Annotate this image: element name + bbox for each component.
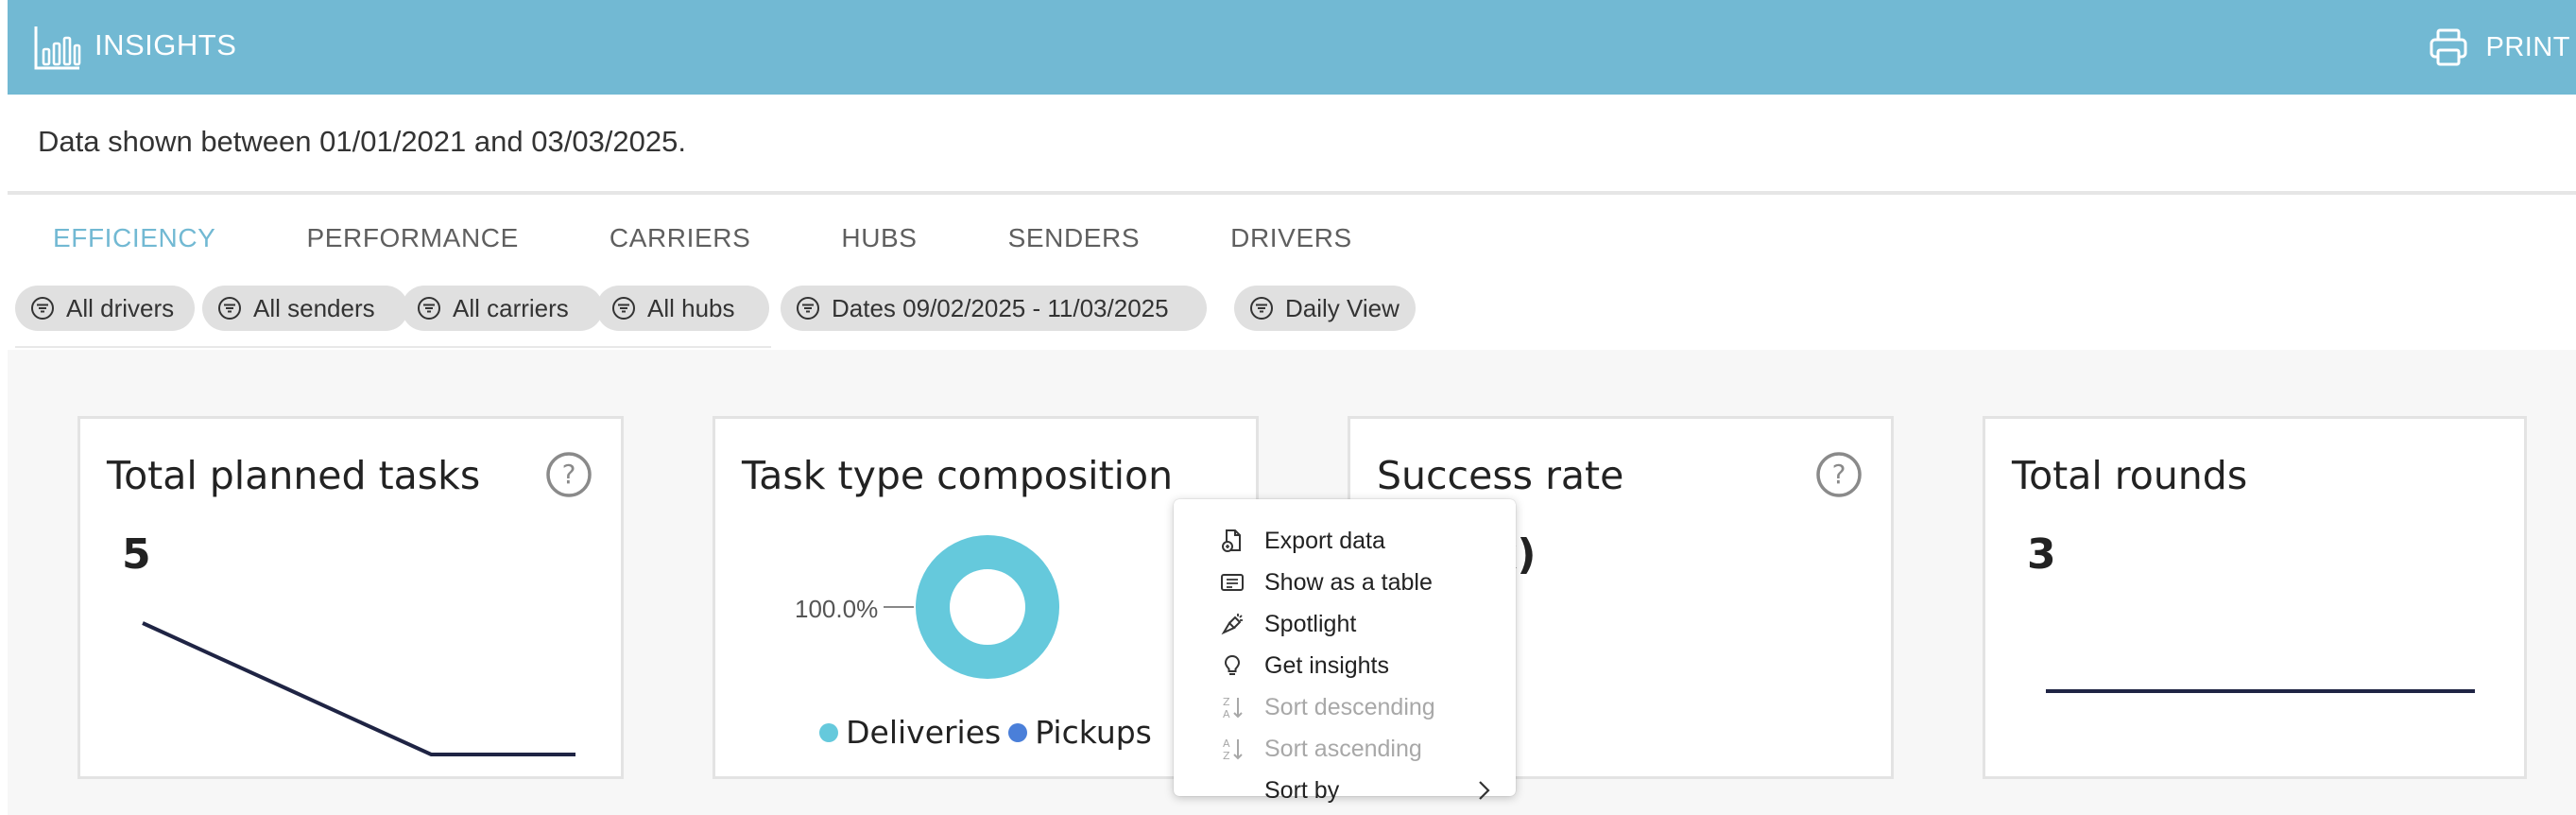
trend-chart — [142, 621, 575, 756]
filter-chip-dates[interactable]: Dates 09/02/2025 - 11/03/2025 — [781, 286, 1207, 331]
filter-icon — [31, 297, 54, 320]
menu-item-sort-by[interactable]: Sort by — [1174, 770, 1516, 811]
filter-chip-view[interactable]: Daily View — [1234, 286, 1416, 331]
divider — [8, 191, 2576, 195]
tab-efficiency[interactable]: EFFICIENCY — [53, 223, 215, 257]
card-total-planned-tasks[interactable]: Total planned tasks ? 5 — [77, 416, 624, 779]
app-title: INSIGHTS — [94, 28, 237, 61]
filter-icon — [418, 297, 440, 320]
tab-performance[interactable]: PERFORMANCE — [306, 223, 518, 257]
tab-bar: EFFICIENCY PERFORMANCE CARRIERS HUBS SEN… — [53, 223, 1443, 257]
export-file-icon — [1222, 529, 1241, 552]
menu-item-export-data[interactable]: Export data — [1174, 520, 1516, 562]
svg-text:A: A — [1223, 737, 1230, 750]
filter-icon — [218, 297, 241, 320]
lightbulb-icon — [1224, 654, 1241, 675]
filter-chip-carriers[interactable]: All carriers — [402, 286, 603, 331]
legend-dot — [819, 722, 839, 742]
filter-chip-hubs[interactable]: All hubs — [596, 286, 769, 331]
print-label: PRINT — [2485, 31, 2570, 62]
chevron-right-icon — [1479, 781, 1490, 800]
filter-chip-drivers[interactable]: All drivers — [15, 286, 195, 331]
tab-carriers[interactable]: CARRIERS — [610, 223, 751, 257]
donut-slice-deliveries[interactable] — [916, 535, 1059, 679]
menu-item-show-as-table[interactable]: Show as a table — [1174, 562, 1516, 603]
trend-line — [142, 621, 575, 756]
filter-underline — [15, 346, 771, 348]
left-edge — [0, 0, 8, 815]
filter-icon — [1250, 297, 1273, 320]
filter-icon — [612, 297, 635, 320]
table-icon — [1221, 574, 1244, 591]
print-button[interactable]: PRINT — [2428, 26, 2571, 68]
bar-chart-icon — [34, 26, 81, 70]
sort-az-icon: A Z — [1223, 737, 1243, 762]
svg-text:Z: Z — [1223, 696, 1230, 708]
date-range-text: Data shown between 01/01/2021 and 03/03/… — [38, 125, 686, 158]
legend-item-pickups[interactable]: Pickups — [1008, 714, 1152, 751]
legend-item-deliveries[interactable]: Deliveries — [819, 714, 1001, 751]
card-total-rounds[interactable]: Total rounds 3 — [1983, 416, 2527, 779]
svg-text:?: ? — [1832, 459, 1846, 490]
menu-item-get-insights[interactable]: Get insights — [1174, 645, 1516, 686]
sort-za-icon: Z A — [1223, 696, 1243, 720]
context-menu: Export data Show as a table Spotlight Ge… — [1174, 499, 1516, 804]
printer-icon — [2430, 28, 2466, 66]
svg-text:A: A — [1223, 708, 1230, 720]
tab-senders[interactable]: SENDERS — [1008, 223, 1141, 257]
tab-hubs[interactable]: HUBS — [841, 223, 917, 257]
spotlight-icon — [1221, 614, 1243, 635]
legend-dot — [1008, 722, 1028, 742]
app-header: INSIGHTS PRINT — [8, 0, 2576, 95]
trend-chart — [2046, 689, 2475, 693]
filter-icon — [797, 297, 819, 320]
card-title: Success rate — [1377, 453, 1624, 498]
svg-text:Z: Z — [1223, 750, 1230, 762]
menu-item-sort-descending[interactable]: Z A Sort descending — [1174, 686, 1516, 728]
tab-drivers[interactable]: DRIVERS — [1230, 223, 1352, 257]
filter-chip-senders[interactable]: All senders — [202, 286, 408, 331]
menu-item-spotlight[interactable]: Spotlight — [1174, 603, 1516, 645]
menu-item-sort-ascending[interactable]: A Z Sort ascending — [1174, 728, 1516, 770]
help-icon[interactable]: ? — [1815, 451, 1863, 498]
